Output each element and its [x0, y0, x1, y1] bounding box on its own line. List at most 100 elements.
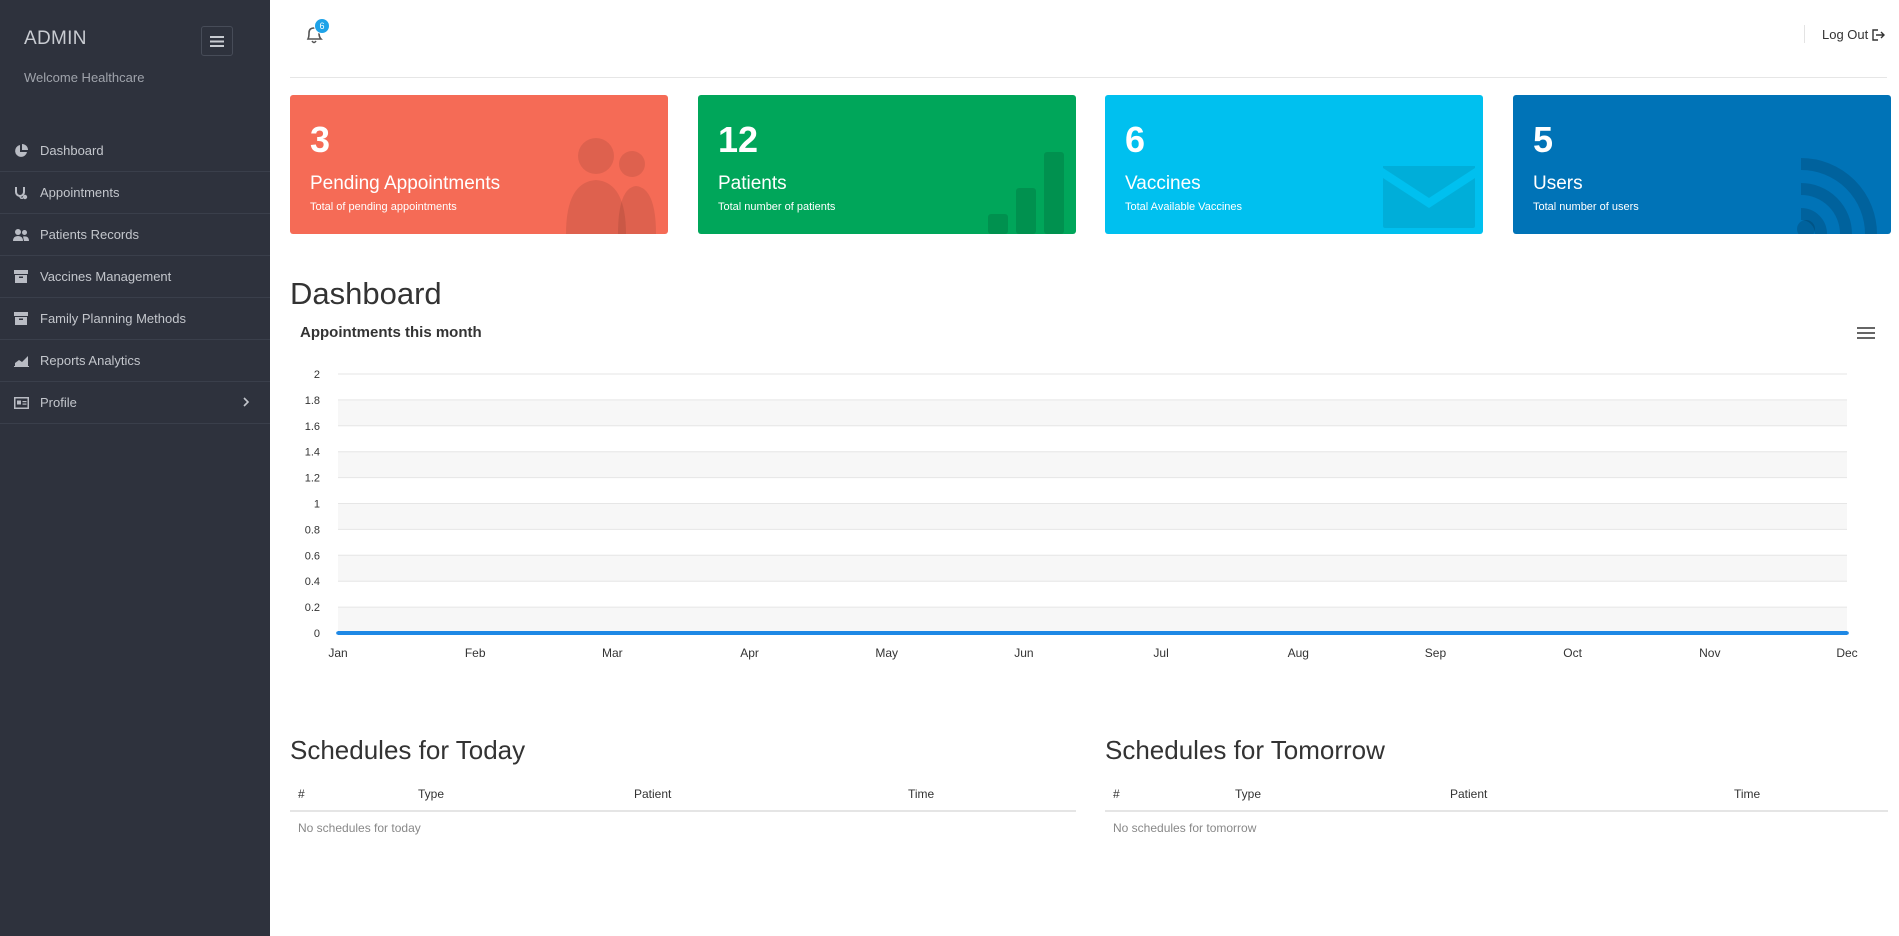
sidebar-item-label: Appointments — [40, 185, 120, 200]
schedules-today-table: # Type Patient Time No schedules for tod… — [290, 778, 1076, 844]
hamburger-icon — [210, 35, 224, 47]
column-header-type: Type — [410, 778, 626, 812]
sidebar-item-appointments[interactable]: Appointments — [0, 172, 270, 214]
stethoscope-icon — [13, 185, 29, 201]
data-point — [884, 631, 889, 635]
sidebar-item-label: Reports Analytics — [40, 353, 141, 368]
x-tick-label: Nov — [1699, 646, 1720, 660]
topbar-divider — [1804, 25, 1805, 43]
stat-card-patients[interactable]: 12 Patients Total number of patients — [698, 95, 1076, 234]
column-header-time: Time — [900, 778, 1076, 812]
data-point — [336, 631, 340, 635]
sidebar-item-family-planning-methods[interactable]: Family Planning Methods — [0, 298, 270, 340]
chart-menu-icon[interactable] — [1857, 326, 1875, 340]
archive-icon — [13, 269, 29, 285]
archive-icon — [13, 311, 29, 327]
sidebar-item-reports-analytics[interactable]: Reports Analytics — [0, 340, 270, 382]
sidebar-item-vaccines-management[interactable]: Vaccines Management — [0, 256, 270, 298]
page-title: Dashboard — [290, 276, 442, 311]
data-point — [747, 631, 752, 635]
pie-chart-icon — [13, 143, 29, 159]
sidebar-item-label: Dashboard — [40, 143, 104, 158]
sidebar-item-label: Patients Records — [40, 227, 139, 242]
brand-title: ADMIN — [24, 28, 87, 49]
data-point — [1570, 631, 1575, 635]
y-tick-label: 0 — [314, 628, 320, 640]
data-point — [1159, 631, 1163, 635]
chevron-right-icon — [243, 397, 250, 407]
data-point — [1708, 631, 1712, 635]
sidebar-item-profile[interactable]: Profile — [0, 382, 270, 424]
id-card-icon — [13, 395, 29, 411]
x-tick-label: Sep — [1425, 646, 1447, 660]
grid-band — [338, 607, 1847, 633]
schedules-today-section: Schedules for Today # Type Patient Time … — [290, 735, 1076, 844]
sidebar: ADMIN Welcome Healthcare Dashboard Appoi… — [0, 0, 270, 936]
data-point — [1845, 631, 1849, 635]
sidebar-toggle-button[interactable] — [201, 26, 233, 56]
appointments-chart: 0 0.2 0.4 0.6 0.8 1 1.2 1.4 1.6 1.8 2 Jan Feb Mar Apr M… — [290, 318, 1887, 663]
grid-band — [338, 399, 1847, 426]
x-tick-label: Apr — [740, 646, 759, 660]
x-tick-label: Jul — [1153, 646, 1168, 660]
x-tick-label: May — [875, 646, 898, 660]
y-tick-label: 0.4 — [305, 576, 320, 588]
sign-out-icon — [1872, 28, 1886, 41]
users-icon — [13, 227, 29, 243]
stat-value: 5 — [1533, 119, 1554, 160]
column-header-type: Type — [1227, 778, 1442, 812]
data-point — [1296, 631, 1301, 635]
sidebar-item-patients-records[interactable]: Patients Records — [0, 214, 270, 256]
users-icon — [566, 138, 656, 234]
sidebar-item-label: Vaccines Management — [40, 269, 172, 284]
empty-message: No schedules for today — [298, 821, 421, 835]
stat-value: 12 — [718, 119, 759, 160]
chart-title: Appointments this month — [300, 324, 482, 341]
stat-card-pending-appointments[interactable]: 3 Pending Appointments Total of pending … — [290, 95, 668, 234]
sidebar-nav: Dashboard Appointments Patients Records … — [0, 130, 270, 424]
table-header-row: # Type Patient Time — [290, 778, 1076, 812]
table-header-row: # Type Patient Time — [1105, 778, 1888, 812]
data-point — [1022, 631, 1026, 635]
stat-value: 3 — [310, 119, 331, 160]
y-tick-label: 1.6 — [305, 421, 320, 433]
stat-card-vaccines[interactable]: 6 Vaccines Total Available Vaccines — [1105, 95, 1483, 234]
grid-band — [338, 451, 1847, 478]
x-tick-label: Aug — [1288, 646, 1309, 660]
x-tick-label: Oct — [1563, 646, 1582, 660]
schedules-tomorrow-table: # Type Patient Time No schedules for tom… — [1105, 778, 1888, 844]
logout-button[interactable]: Log Out — [1822, 27, 1886, 42]
y-tick-label: 0.8 — [305, 524, 320, 536]
schedules-tomorrow-title: Schedules for Tomorrow — [1105, 735, 1385, 765]
y-tick-label: 1.2 — [305, 473, 320, 485]
x-tick-label: Jan — [328, 646, 347, 660]
column-header-patient: Patient — [1442, 778, 1726, 812]
column-header-time: Time — [1726, 778, 1888, 812]
table-row: No schedules for today — [290, 811, 1076, 844]
x-tick-label: Feb — [465, 646, 486, 660]
sidebar-item-dashboard[interactable]: Dashboard — [0, 130, 270, 172]
table-row: No schedules for tomorrow — [1105, 811, 1888, 844]
stat-subtitle: Total of pending appointments — [310, 201, 457, 213]
area-chart-icon — [13, 353, 29, 369]
stat-subtitle: Total Available Vaccines — [1125, 201, 1242, 213]
rss-icon — [1797, 158, 1877, 234]
column-header-number: # — [1105, 778, 1227, 812]
y-tick-label: 0.6 — [305, 550, 320, 562]
x-tick-label: Mar — [602, 646, 623, 660]
x-tick-label: Jun — [1014, 646, 1033, 660]
stat-card-users[interactable]: 5 Users Total number of users — [1513, 95, 1891, 234]
stat-title: Patients — [718, 173, 787, 194]
stat-title: Vaccines — [1125, 173, 1201, 194]
data-point — [610, 631, 615, 635]
stat-subtitle: Total number of patients — [718, 201, 836, 213]
y-tick-label: 0.2 — [305, 602, 320, 614]
column-header-number: # — [290, 778, 410, 812]
notification-badge: 6 — [314, 18, 330, 34]
bar-chart-icon — [988, 152, 1064, 234]
sidebar-item-label: Profile — [40, 395, 77, 410]
stat-title: Pending Appointments — [310, 173, 501, 194]
envelope-icon — [1383, 166, 1475, 228]
column-header-patient: Patient — [626, 778, 900, 812]
stat-subtitle: Total number of users — [1533, 201, 1639, 213]
